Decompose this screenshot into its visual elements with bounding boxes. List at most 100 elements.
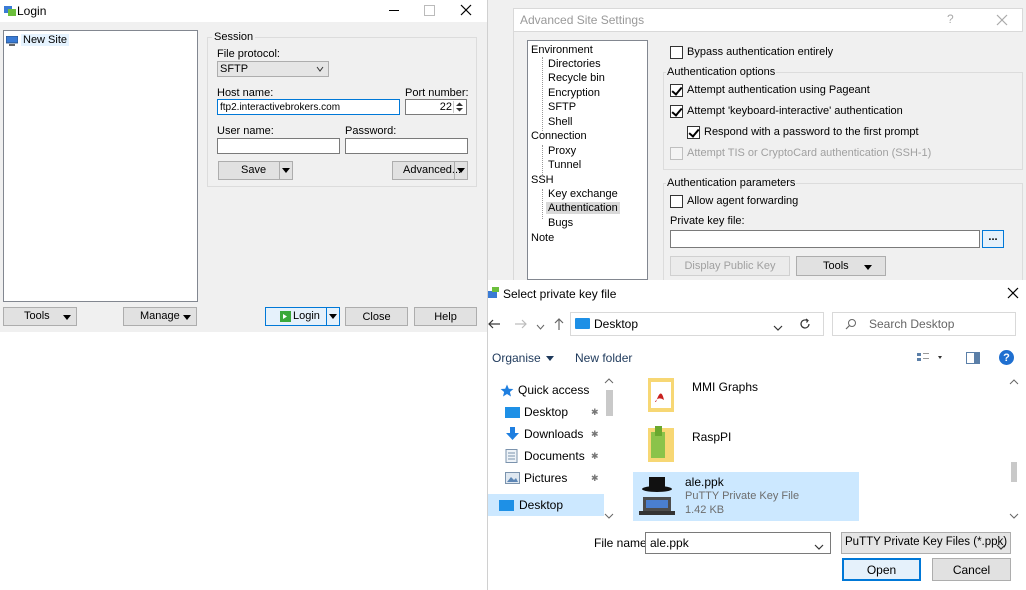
file-name: RaspPI <box>692 430 732 444</box>
close-button[interactable]: Close <box>345 307 408 326</box>
pageant-checkbox[interactable] <box>670 84 683 97</box>
bypass-checkbox[interactable] <box>670 46 683 59</box>
address-bar[interactable]: Desktop <box>570 312 824 336</box>
pin-icon[interactable]: ✱ <box>591 451 599 462</box>
keyboard-interactive-checkbox[interactable] <box>670 105 683 118</box>
file-dialog-title: Select private key file <box>503 287 617 301</box>
keyboard-interactive-label: Attempt 'keyboard-interactive' authentic… <box>687 105 903 117</box>
tree-note[interactable]: Note <box>531 232 554 244</box>
tree-bugs[interactable]: Bugs <box>548 217 573 229</box>
new-folder-button[interactable]: New folder <box>575 351 632 365</box>
advanced-dropdown-arrow[interactable] <box>454 162 467 179</box>
help-icon[interactable]: ? <box>999 350 1014 365</box>
file-list[interactable]: MMI Graphs RaspPI ale.ppk PuTTY Private … <box>628 372 1020 524</box>
file-name-input[interactable]: ale.ppk <box>645 532 831 554</box>
nav-scrollbar[interactable] <box>602 378 616 522</box>
file-type-filter[interactable]: PuTTY Private Key Files (*.ppk) <box>841 532 1011 554</box>
save-button[interactable]: Save <box>218 161 293 180</box>
preview-pane-icon[interactable] <box>966 352 980 364</box>
site-item-new-site[interactable]: New Site <box>5 33 70 47</box>
forward-arrow-icon[interactable] <box>513 318 527 330</box>
site-tree[interactable]: New Site <box>3 30 198 302</box>
private-key-input[interactable] <box>670 230 980 248</box>
close-window-button[interactable] <box>458 2 474 18</box>
file-item-rasppi[interactable]: RaspPI <box>636 422 856 464</box>
minimize-button[interactable] <box>386 2 402 18</box>
cancel-button[interactable]: Cancel <box>932 558 1011 581</box>
view-options-icon[interactable] <box>916 351 948 365</box>
tree-tunnel[interactable]: Tunnel <box>548 159 581 171</box>
tree-encryption[interactable]: Encryption <box>548 87 600 99</box>
nav-pictures[interactable]: Pictures ✱ <box>505 471 599 485</box>
back-arrow-icon[interactable] <box>488 318 502 330</box>
respond-password-label: Respond with a password to the first pro… <box>704 126 919 138</box>
host-name-input[interactable]: ftp2.interactivebrokers.com <box>217 99 400 115</box>
tree-authentication[interactable]: Authentication <box>546 202 620 214</box>
login-window: Login New Site Session File protocol: SF… <box>0 0 487 590</box>
login-dropdown-arrow[interactable] <box>326 308 339 325</box>
close-file-dialog-button[interactable] <box>1006 286 1020 300</box>
winscp-app-icon <box>4 4 16 16</box>
chevron-down-icon <box>996 540 1006 554</box>
file-name: MMI Graphs <box>692 380 759 394</box>
tree-key-exchange[interactable]: Key exchange <box>548 188 618 200</box>
respond-password-checkbox[interactable] <box>687 126 700 139</box>
organise-button[interactable]: Organise <box>492 350 554 366</box>
pageant-label: Attempt authentication using Pageant <box>687 84 870 96</box>
desktop-folder-icon <box>575 318 590 329</box>
pin-icon[interactable]: ✱ <box>591 429 599 440</box>
open-button[interactable]: Open <box>842 558 921 581</box>
address-location: Desktop <box>594 317 639 331</box>
browse-button[interactable]: ... <box>982 230 1004 248</box>
advanced-tools-button[interactable]: Tools <box>796 256 886 276</box>
login-button[interactable]: Login <box>265 307 340 326</box>
port-number-input[interactable]: 22 <box>405 99 467 115</box>
nav-desktop[interactable]: Desktop ✱ <box>505 405 599 419</box>
port-number-value: 22 <box>439 101 452 113</box>
tools-button[interactable]: Tools <box>3 307 77 326</box>
file-item-ale-ppk[interactable]: ale.ppk PuTTY Private Key File 1.42 KB <box>633 472 859 521</box>
pin-icon[interactable]: ✱ <box>591 407 599 418</box>
tree-recycle-bin[interactable]: Recycle bin <box>548 72 605 84</box>
agent-forwarding-checkbox[interactable] <box>670 195 683 208</box>
nav-quick-access[interactable]: Quick access <box>500 383 589 397</box>
nav-downloads[interactable]: Downloads ✱ <box>505 427 599 441</box>
help-title-button[interactable]: ? <box>947 12 954 26</box>
tree-proxy[interactable]: Proxy <box>548 145 576 157</box>
file-list-scrollbar[interactable] <box>1008 372 1020 522</box>
advanced-button[interactable]: Advanced... <box>392 161 468 180</box>
recent-locations-icon[interactable] <box>536 320 545 330</box>
category-tree[interactable]: Environment Directories Recycle bin Encr… <box>527 40 648 280</box>
chevron-down-icon[interactable] <box>814 540 824 554</box>
file-protocol-label: File protocol: <box>217 48 280 60</box>
up-arrow-icon[interactable] <box>554 317 564 331</box>
tree-environment[interactable]: Environment <box>531 44 593 56</box>
tree-connection[interactable]: Connection <box>531 130 587 142</box>
spin-arrows-icon[interactable] <box>453 101 465 113</box>
tree-ssh[interactable]: SSH <box>531 174 554 186</box>
host-name-label: Host name: <box>217 87 274 99</box>
chevron-down-icon <box>63 315 71 320</box>
help-button[interactable]: Help <box>414 307 477 326</box>
tree-directories[interactable]: Directories <box>548 58 601 70</box>
save-dropdown-arrow[interactable] <box>279 162 292 179</box>
nav-documents[interactable]: Documents ✱ <box>505 449 599 463</box>
port-number-label: Port number: <box>405 87 469 99</box>
file-type-filter-value: PuTTY Private Key Files (*.ppk) <box>845 536 1008 548</box>
tree-shell[interactable]: Shell <box>548 116 572 128</box>
maximize-button[interactable] <box>422 3 436 17</box>
file-item-mmi-graphs[interactable]: MMI Graphs <box>636 374 856 416</box>
pin-icon[interactable]: ✱ <box>591 473 599 484</box>
manage-button[interactable]: Manage <box>123 307 197 326</box>
advanced-title: Advanced Site Settings <box>520 13 645 27</box>
password-input[interactable] <box>345 138 468 154</box>
close-advanced-button[interactable] <box>995 13 1009 27</box>
advanced-left-strip <box>513 32 514 280</box>
tree-sftp[interactable]: SFTP <box>548 101 576 113</box>
file-protocol-select[interactable]: SFTP <box>217 61 329 77</box>
address-chevron-down-icon[interactable] <box>773 321 783 331</box>
search-box[interactable]: Search Desktop <box>832 312 1016 336</box>
user-name-input[interactable] <box>217 138 340 154</box>
refresh-icon[interactable] <box>799 318 811 330</box>
nav-desktop-root[interactable]: Desktop <box>488 494 604 516</box>
